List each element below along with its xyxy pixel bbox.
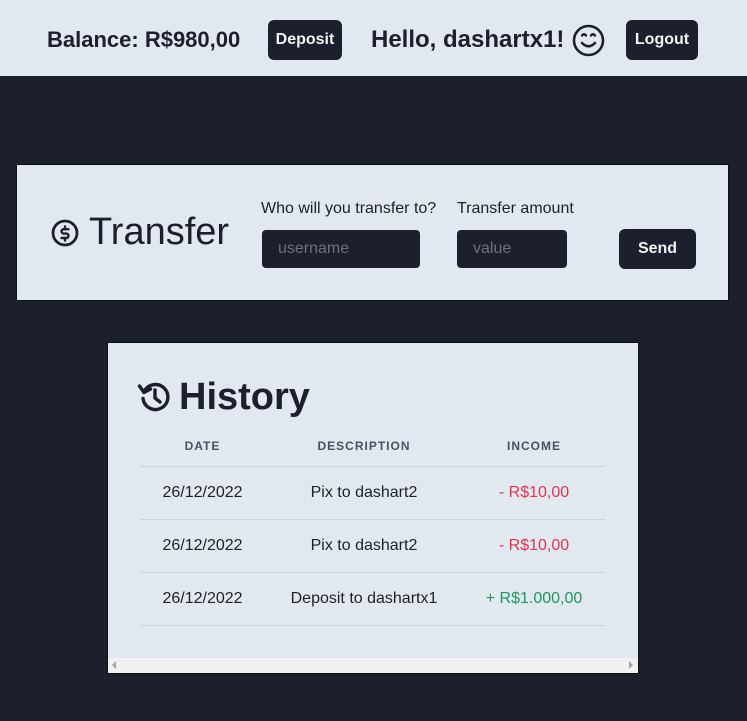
send-button[interactable]: Send xyxy=(619,229,696,269)
row-date: 26/12/2022 xyxy=(162,537,243,554)
dollar-circle-icon xyxy=(51,219,79,247)
row-description: Pix to dashart2 xyxy=(310,484,418,501)
scroll-right-icon[interactable] xyxy=(629,661,633,669)
horizontal-scrollbar[interactable] xyxy=(108,658,638,673)
table-divider xyxy=(140,519,605,520)
column-header-income: INCOME xyxy=(507,439,561,453)
row-income: - R$10,00 xyxy=(498,537,570,554)
column-header-description: DESCRIPTION xyxy=(317,439,411,453)
recipient-username-input[interactable] xyxy=(262,230,420,268)
amount-label: Transfer amount xyxy=(457,200,574,217)
row-description: Pix to dashart2 xyxy=(310,537,418,554)
column-header-date: DATE xyxy=(184,439,221,453)
history-icon xyxy=(137,382,170,412)
table-divider xyxy=(140,572,605,573)
transfer-title: Transfer xyxy=(89,211,230,253)
table-divider xyxy=(140,625,605,626)
row-description: Deposit to dashartx1 xyxy=(290,590,438,607)
greeting-text: Hello, dashartx1! xyxy=(371,26,565,53)
row-income: - R$10,00 xyxy=(498,484,570,501)
scroll-left-icon[interactable] xyxy=(112,661,116,669)
recipient-label: Who will you transfer to? xyxy=(261,200,437,217)
smile-icon xyxy=(572,24,605,57)
row-date: 26/12/2022 xyxy=(162,484,243,501)
transfer-amount-input[interactable] xyxy=(457,230,567,268)
row-date: 26/12/2022 xyxy=(162,590,243,607)
history-title: History xyxy=(179,376,310,418)
balance-display: Balance: R$980,00 xyxy=(47,27,241,52)
deposit-button[interactable]: Deposit xyxy=(268,20,342,60)
logout-button[interactable]: Logout xyxy=(626,20,698,60)
table-divider xyxy=(140,466,605,467)
row-income: + R$1.000,00 xyxy=(485,590,583,607)
